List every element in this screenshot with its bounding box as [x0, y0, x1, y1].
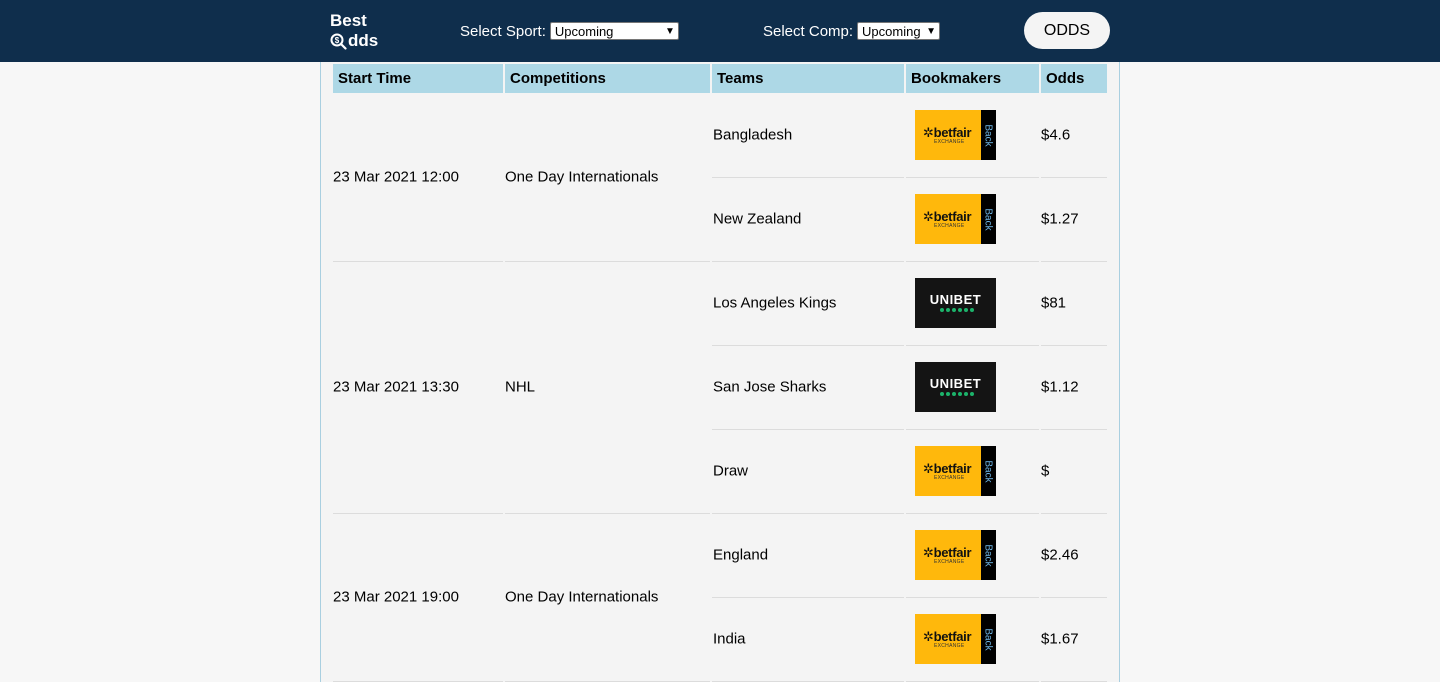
magnifier-dollar-icon: $	[330, 33, 347, 50]
start-time-cell: 23 Mar 2021 13:30	[333, 378, 459, 396]
row-divider	[712, 597, 904, 598]
row-divider	[712, 261, 904, 262]
team-cell: Draw	[713, 462, 749, 480]
team-cell: San Jose Sharks	[713, 378, 827, 396]
sport-select-label: Select Sport:	[460, 22, 546, 40]
unibet-dots-icon	[940, 392, 974, 396]
competition-cell: One Day Internationals	[505, 168, 659, 186]
odds-value-cell[interactable]: $4.6	[1041, 127, 1070, 144]
comp-select-label: Select Comp:	[763, 22, 854, 40]
odds-value-cell[interactable]: $1.12	[1041, 379, 1079, 396]
unibet-wordmark: UNIBET	[929, 292, 982, 307]
odds-value-cell[interactable]: $2.46	[1041, 547, 1079, 564]
team-cell: India	[713, 630, 746, 648]
back-tag: Back	[983, 207, 995, 231]
row-divider	[1041, 513, 1107, 514]
odds-value-cell[interactable]: $81	[1041, 295, 1066, 312]
column-header-odds: Odds	[1041, 64, 1107, 93]
chevron-down-icon: ▼	[926, 25, 937, 37]
unibet-wordmark: UNIBET	[929, 376, 982, 391]
sport-selector-group: Select Sport: Upcoming ▼	[460, 22, 679, 40]
team-cell: New Zealand	[713, 210, 802, 228]
svg-text:$: $	[335, 36, 340, 45]
logo-text-dds: dds	[348, 31, 379, 50]
row-divider	[712, 345, 904, 346]
row-divider	[712, 513, 904, 514]
betfair-exchange-logo[interactable]: ✲betfair EXCHANGE Back	[915, 110, 996, 160]
unibet-logo[interactable]: UNIBET	[915, 278, 996, 328]
row-divider	[505, 261, 710, 262]
betfair-exchange-subtext: EXCHANGE	[934, 643, 965, 649]
column-header-start-time: Start Time	[333, 64, 503, 93]
betfair-exchange-subtext: EXCHANGE	[934, 223, 965, 229]
column-header-competitions: Competitions	[505, 64, 710, 93]
betfair-exchange-subtext: EXCHANGE	[934, 475, 965, 481]
row-divider	[1041, 345, 1107, 346]
back-tag: Back	[983, 459, 995, 483]
row-divider	[1041, 177, 1107, 178]
row-divider	[333, 261, 503, 262]
betfair-exchange-logo[interactable]: ✲betfair EXCHANGE Back	[915, 446, 996, 496]
row-divider	[906, 177, 1039, 178]
comp-select[interactable]: Upcoming ▼	[857, 22, 941, 40]
unibet-dots-icon	[940, 308, 974, 312]
row-divider	[1041, 597, 1107, 598]
team-cell: Bangladesh	[713, 126, 793, 144]
row-divider	[906, 597, 1039, 598]
row-divider	[1041, 261, 1107, 262]
row-divider	[906, 513, 1039, 514]
betfair-exchange-logo[interactable]: ✲betfair EXCHANGE Back	[915, 194, 996, 244]
odds-value-cell[interactable]: $1.27	[1041, 211, 1079, 228]
row-divider	[906, 429, 1039, 430]
team-cell: Los Angeles Kings	[713, 294, 837, 312]
row-divider	[333, 513, 503, 514]
unibet-logo[interactable]: UNIBET	[915, 362, 996, 412]
chevron-down-icon: ▼	[664, 25, 675, 37]
betfair-exchange-subtext: EXCHANGE	[934, 139, 965, 145]
comp-select-value: Upcoming	[862, 23, 921, 39]
row-divider	[1041, 429, 1107, 430]
row-divider	[906, 261, 1039, 262]
back-tag: Back	[983, 627, 995, 651]
column-header-teams: Teams	[712, 64, 904, 93]
best-odds-logo[interactable]: Best $ dds	[330, 11, 378, 51]
start-time-cell: 23 Mar 2021 19:00	[333, 588, 459, 606]
competition-cell: One Day Internationals	[505, 588, 659, 606]
start-time-cell: 23 Mar 2021 12:00	[333, 168, 459, 186]
betfair-exchange-subtext: EXCHANGE	[934, 559, 965, 565]
column-header-bookmakers: Bookmakers	[906, 64, 1039, 93]
row-divider	[712, 429, 904, 430]
competition-cell: NHL	[505, 378, 536, 396]
comp-selector-group: Select Comp: Upcoming ▼	[763, 22, 941, 40]
odds-button[interactable]: ODDS	[1024, 12, 1110, 49]
row-divider	[712, 177, 904, 178]
back-tag: Back	[983, 543, 995, 567]
odds-value-cell[interactable]: $1.67	[1041, 631, 1079, 648]
row-divider	[906, 345, 1039, 346]
logo-text-best: Best	[330, 11, 367, 30]
betfair-exchange-logo[interactable]: ✲betfair EXCHANGE Back	[915, 614, 996, 664]
top-navbar: Best $ dds Select Sport: Upcoming ▼ Sele…	[0, 0, 1440, 62]
sport-select-value: Upcoming	[554, 23, 614, 39]
betfair-exchange-logo[interactable]: ✲betfair EXCHANGE Back	[915, 530, 996, 580]
odds-value-cell[interactable]: $	[1041, 463, 1049, 480]
team-cell: England	[713, 546, 769, 564]
sport-select[interactable]: Upcoming ▼	[549, 22, 679, 40]
row-divider	[505, 513, 710, 514]
back-tag: Back	[983, 123, 995, 147]
